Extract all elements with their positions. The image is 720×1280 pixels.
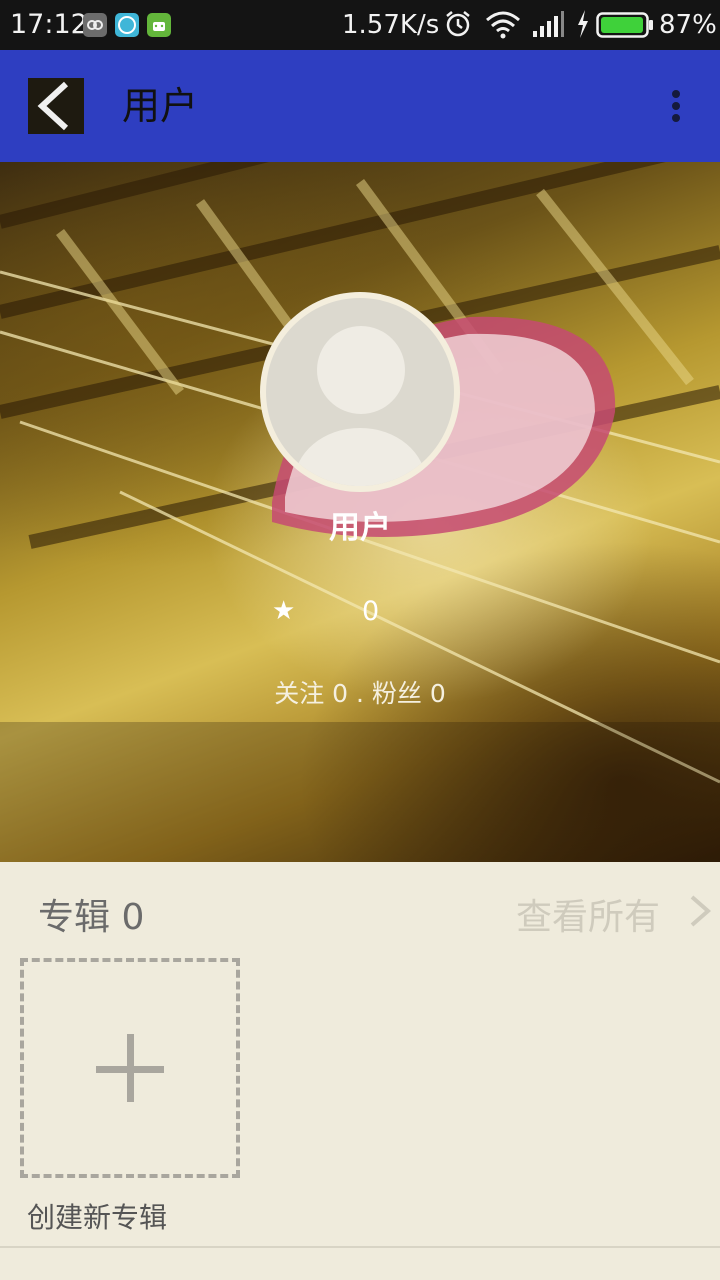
network-speed: 1.57K/s [342, 10, 440, 40]
status-time: 17:12 [10, 9, 88, 40]
star-score: 0 [362, 596, 380, 627]
alarm-icon [444, 9, 472, 43]
notification-24h-icon [115, 13, 139, 37]
chevron-left-icon [37, 81, 69, 131]
follow-summary[interactable]: 关注 0 . 粉丝 0 [0, 674, 720, 710]
create-album-button[interactable] [20, 958, 240, 1178]
default-avatar-icon [266, 298, 454, 486]
profile-header-background: 用户 ★ 0 关注 0 . 粉丝 0 [0, 162, 720, 862]
page-title: 用户 [122, 84, 199, 128]
signal-icon [532, 9, 564, 43]
charging-icon [576, 9, 590, 43]
app-bar: 用户 [0, 50, 720, 162]
status-bar: 17:12 1.57K/s 87% [0, 0, 720, 50]
chevron-right-icon[interactable] [688, 894, 712, 928]
wifi-icon [485, 9, 521, 43]
avatar[interactable] [260, 292, 460, 492]
notification-app-icon [83, 13, 107, 37]
albums-title: 专辑 0 [38, 897, 145, 938]
profile-name: 用户 [329, 510, 391, 546]
battery-icon [596, 12, 654, 42]
create-album-label: 创建新专辑 [27, 1201, 168, 1234]
more-vert-icon[interactable] [660, 84, 692, 128]
star-icon: ★ [272, 596, 296, 626]
battery-percent: 87% [659, 10, 717, 40]
view-all-link[interactable]: 查看所有 [516, 888, 660, 940]
back-button[interactable] [28, 78, 84, 134]
section-divider [0, 1246, 720, 1248]
notification-android-icon [147, 13, 171, 37]
